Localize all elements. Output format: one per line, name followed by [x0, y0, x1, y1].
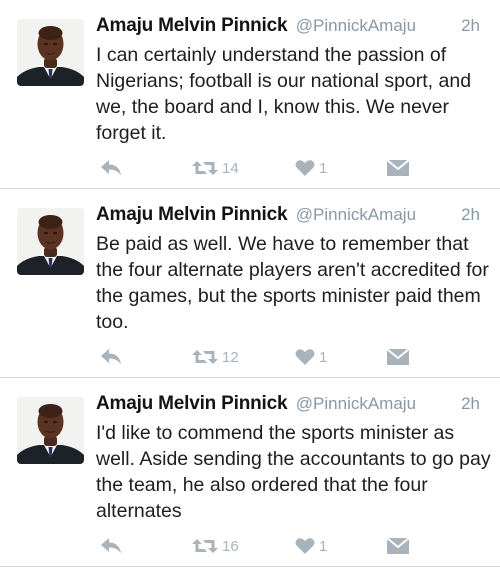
direct-message-icon: [386, 537, 410, 554]
retweet-icon: [192, 161, 218, 175]
author-handle[interactable]: @PinnickAmaju: [296, 205, 416, 224]
like-count: 1: [319, 159, 328, 177]
tweet-header: Amaju Melvin Pinnick @PinnickAmaju 2h: [96, 15, 486, 43]
retweet-button[interactable]: 16: [192, 536, 239, 556]
tweet-timestamp[interactable]: 2h: [461, 394, 480, 414]
tweet-text: I can certainly understand the passion o…: [96, 44, 472, 144]
tweet-actions: 16 1: [96, 536, 426, 556]
tweet-timestamp[interactable]: 2h: [461, 16, 480, 36]
retweet-count: 14: [222, 159, 239, 177]
retweet-icon: [192, 350, 218, 364]
heart-icon: [295, 538, 315, 554]
tweet-divider: [0, 188, 500, 189]
reply-button[interactable]: [100, 347, 122, 367]
retweet-button[interactable]: 14: [192, 158, 239, 178]
retweet-button[interactable]: 12: [192, 347, 239, 367]
like-button[interactable]: 1: [295, 536, 327, 556]
heart-icon: [295, 160, 315, 176]
tweet-actions: 14 1: [96, 158, 426, 178]
author-name[interactable]: Amaju Melvin Pinnick: [96, 15, 288, 36]
avatar[interactable]: [17, 19, 84, 86]
tweet-header: Amaju Melvin Pinnick @PinnickAmaju 2h: [96, 393, 486, 421]
author-name[interactable]: Amaju Melvin Pinnick: [96, 393, 288, 414]
direct-message-icon: [386, 348, 410, 365]
tweet-divider: [0, 377, 500, 378]
retweet-count: 12: [222, 348, 239, 366]
avatar[interactable]: [17, 208, 84, 275]
author-name[interactable]: Amaju Melvin Pinnick: [96, 204, 288, 225]
reply-icon: [101, 349, 121, 364]
author-handle[interactable]: @PinnickAmaju: [296, 394, 416, 413]
tweet-text: I'd like to commend the sports minister …: [96, 422, 491, 522]
tweet-header: Amaju Melvin Pinnick @PinnickAmaju 2h: [96, 204, 486, 232]
direct-message-button[interactable]: [386, 536, 410, 556]
reply-button[interactable]: [100, 158, 122, 178]
like-count: 1: [319, 348, 328, 366]
reply-icon: [101, 160, 121, 175]
tweet-actions: 12 1: [96, 347, 426, 367]
tweet[interactable]: Amaju Melvin Pinnick @PinnickAmaju 2h I …: [0, 0, 500, 188]
tweet-text: Be paid as well. We have to remember tha…: [96, 233, 489, 333]
heart-icon: [295, 349, 315, 365]
tweet-timestamp[interactable]: 2h: [461, 205, 480, 225]
retweet-count: 16: [222, 537, 239, 555]
direct-message-button[interactable]: [386, 347, 410, 367]
like-button[interactable]: 1: [295, 347, 327, 367]
author-handle[interactable]: @PinnickAmaju: [296, 16, 416, 35]
reply-icon: [101, 538, 121, 553]
tweet-divider: [0, 566, 500, 567]
tweet-timeline: Amaju Melvin Pinnick @PinnickAmaju 2h I …: [0, 0, 500, 568]
direct-message-button[interactable]: [386, 158, 410, 178]
tweet[interactable]: Amaju Melvin Pinnick @PinnickAmaju 2h I'…: [0, 378, 500, 566]
retweet-icon: [192, 539, 218, 553]
avatar[interactable]: [17, 397, 84, 464]
like-count: 1: [319, 537, 328, 555]
tweet[interactable]: Amaju Melvin Pinnick @PinnickAmaju 2h Be…: [0, 189, 500, 377]
reply-button[interactable]: [100, 536, 122, 556]
like-button[interactable]: 1: [295, 158, 327, 178]
direct-message-icon: [386, 159, 410, 176]
